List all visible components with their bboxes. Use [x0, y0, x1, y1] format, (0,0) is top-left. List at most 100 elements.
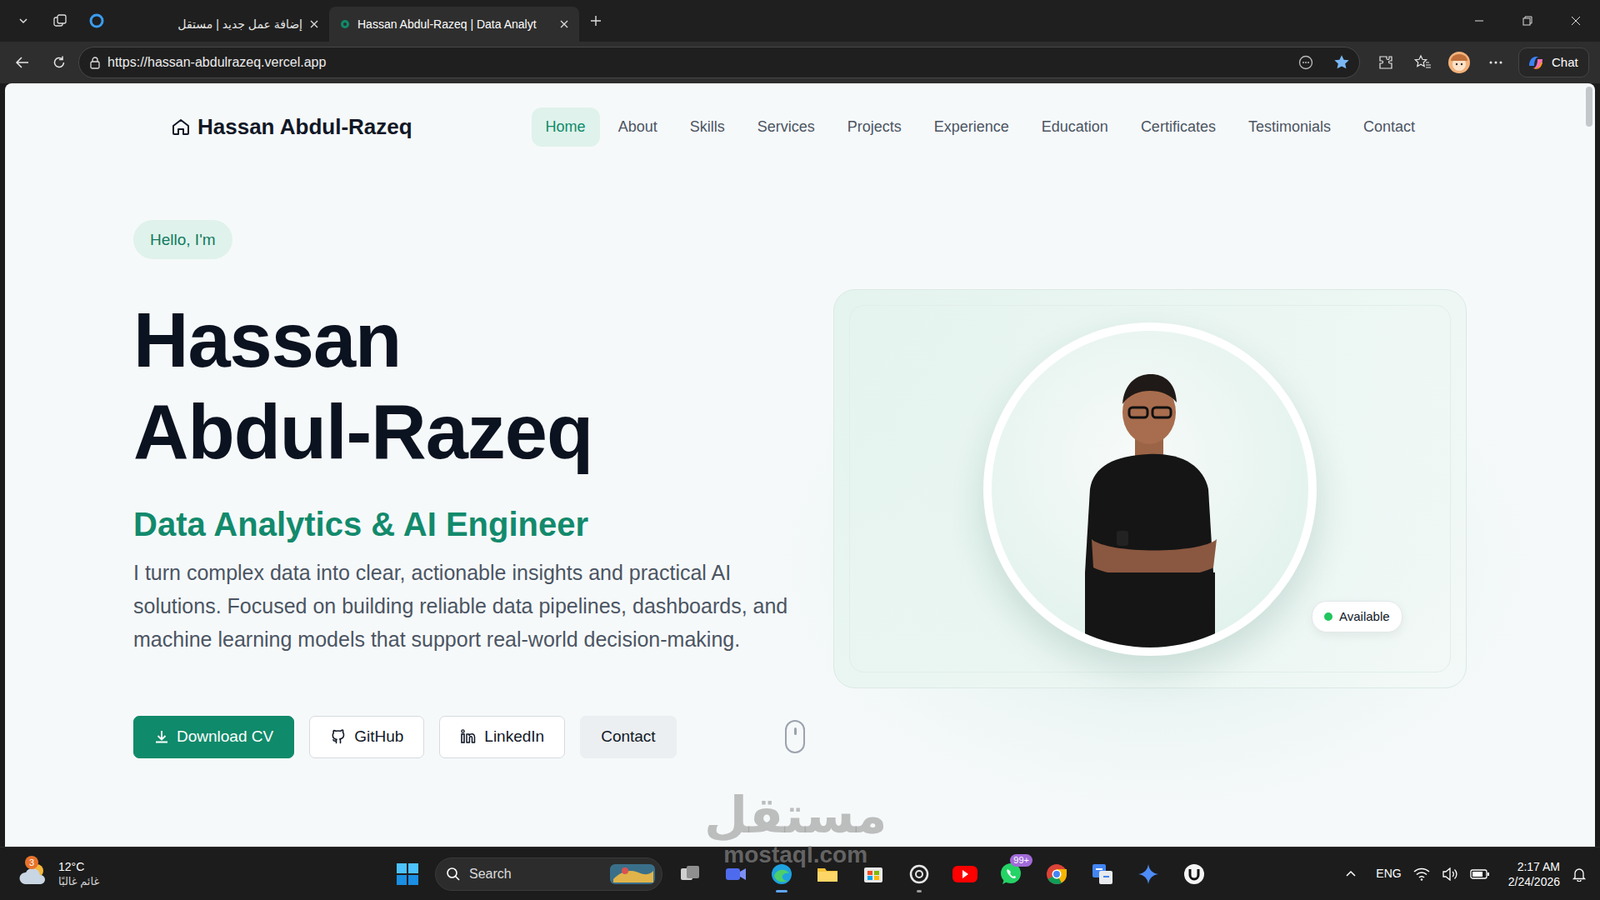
close-window-icon[interactable] [1551, 0, 1600, 42]
app-glyph-icon [1044, 861, 1070, 887]
web-page: Hassan Abdul-Razeq HomeAboutSkillsServic… [5, 83, 1595, 847]
tab-label[interactable]: إضافة عمل جديد | مستقل [125, 15, 303, 34]
workspaces-icon[interactable] [41, 0, 79, 42]
name-line: Abdul-Razeq [133, 385, 817, 478]
scrollbar-thumb[interactable] [1585, 86, 1593, 127]
close-tab-icon[interactable] [559, 19, 570, 30]
clock-time[interactable]: 2:17 AM [1508, 859, 1560, 875]
store-icon[interactable] [855, 855, 892, 893]
clock-date[interactable]: 2/24/2026 [1508, 874, 1560, 890]
site-brand[interactable]: Hassan Abdul-Razeq [170, 110, 413, 144]
chrome-icon[interactable] [1038, 855, 1075, 893]
button-label[interactable]: Download CV [176, 725, 274, 750]
lock-icon [89, 55, 101, 70]
battery-icon[interactable] [1470, 867, 1490, 881]
tab-strip: إضافة عمل جديد | مستقل Hassan Abdul-Razeq… [0, 0, 1600, 42]
site-navbar: Hassan Abdul-Razeq HomeAboutSkillsServic… [170, 83, 1430, 170]
clock[interactable]: 2:17 AM 2/24/2026 [1508, 859, 1560, 890]
chat-button[interactable]: Chat [1518, 47, 1590, 78]
close-tab-icon[interactable] [309, 19, 320, 30]
taskbar-search[interactable]: Search [435, 857, 663, 891]
reading-icon[interactable] [1297, 54, 1315, 71]
refresh-icon[interactable] [41, 45, 77, 80]
running-indicator [775, 890, 788, 893]
weather-widget[interactable]: 3 12°C غائم غالبًا [0, 857, 390, 891]
browser-toolbar: https://hassan-abdulrazeq.vercel.app Cha… [0, 41, 1600, 84]
start-icon[interactable] [389, 855, 426, 893]
hero-text: Hello, I'm HassanAbdul-Razeq Data Analyt… [133, 220, 817, 759]
search-icon [445, 866, 461, 882]
nav-item[interactable]: Experience [920, 107, 1024, 147]
volume-icon[interactable] [1441, 867, 1459, 881]
github-icon [330, 728, 347, 745]
nav-item[interactable]: Home [531, 107, 600, 147]
edge-icon[interactable] [763, 855, 800, 893]
restore-icon[interactable] [1503, 0, 1552, 42]
gemini-icon[interactable] [1130, 855, 1167, 893]
profile-avatar-icon[interactable] [1441, 45, 1477, 80]
copilot-icon [1525, 52, 1546, 73]
brand-name[interactable]: Hassan Abdul-Razeq [197, 110, 413, 144]
profile-photo [991, 330, 1309, 648]
status-dot [1324, 612, 1333, 621]
translate-icon[interactable] [1084, 855, 1121, 893]
button-label[interactable]: Contact [600, 725, 655, 750]
hero-button[interactable]: LinkedIn [439, 715, 565, 759]
linkedin-icon [460, 728, 477, 745]
nav-item[interactable]: About [604, 107, 672, 147]
language-indicator[interactable]: ENG [1375, 865, 1401, 883]
hero-button[interactable]: Download CV [133, 715, 295, 759]
meet-icon[interactable] [717, 855, 755, 893]
hero-button[interactable]: GitHub [309, 715, 425, 759]
app-glyph-icon [769, 861, 795, 887]
hero-intro: I turn complex data into clear, actionab… [133, 555, 809, 656]
task-view-icon[interactable] [671, 855, 709, 893]
nav-item[interactable]: Services [743, 107, 830, 147]
nav-item[interactable]: Contact [1349, 107, 1430, 147]
notification-bell-icon[interactable] [1571, 866, 1587, 882]
browser-tab[interactable]: إضافة عمل جديد | مستقل [115, 6, 330, 42]
greeting-pill: Hello, I'm [133, 220, 233, 260]
status-label: Available [1339, 607, 1390, 627]
scroll-mouse-icon[interactable] [785, 720, 805, 754]
address-bar[interactable]: https://hassan-abdulrazeq.vercel.app [78, 46, 1360, 79]
nav-item[interactable]: Projects [833, 107, 916, 147]
nav-item[interactable]: Skills [675, 107, 740, 147]
tab-label[interactable]: Hassan Abdul-Razeq | Data Analyt [357, 15, 553, 34]
wifi-icon[interactable] [1413, 867, 1430, 881]
search-label[interactable]: Search [469, 864, 512, 885]
favorites-icon[interactable] [1405, 45, 1440, 80]
tab-list: إضافة عمل جديد | مستقل Hassan Abdul-Razeq… [115, 0, 580, 42]
tab-actions-icon[interactable] [5, 0, 42, 42]
minimize-icon[interactable] [1455, 0, 1504, 42]
chatgpt-icon[interactable] [900, 855, 938, 893]
desktop-screen: إضافة عمل جديد | مستقل Hassan Abdul-Razeq… [0, 0, 1600, 900]
site-favicon-icon [339, 18, 351, 30]
app-glyph-icon [723, 861, 749, 887]
back-icon[interactable] [5, 45, 40, 80]
extensions-icon[interactable] [1368, 45, 1404, 80]
youtube-icon[interactable] [946, 855, 984, 893]
browser-tab[interactable]: Hassan Abdul-Razeq | Data Analyt [329, 6, 580, 42]
nav-item[interactable]: Certificates [1126, 107, 1230, 147]
app-badge: 99+ [1010, 854, 1033, 867]
button-label[interactable]: GitHub [354, 725, 404, 750]
home-icon [170, 116, 191, 137]
watermark: مستقل mostaql.com [704, 790, 887, 867]
upwork-icon[interactable] [1175, 855, 1213, 893]
button-label[interactable]: LinkedIn [484, 725, 545, 750]
more-menu-icon[interactable] [1478, 45, 1514, 80]
status-badge: Available [1311, 600, 1403, 634]
chat-label[interactable]: Chat [1551, 53, 1579, 73]
chevron-up-icon[interactable] [1344, 867, 1358, 881]
profile-ring-icon[interactable] [78, 0, 115, 42]
file-explorer-icon[interactable] [809, 855, 846, 893]
favorite-star-icon[interactable] [1332, 53, 1351, 72]
name-line: Hassan [133, 294, 817, 386]
address-text[interactable]: https://hassan-abdulrazeq.vercel.app [107, 52, 1291, 73]
nav-item[interactable]: Education [1027, 107, 1123, 147]
hero-button[interactable]: Contact [580, 715, 676, 759]
whatsapp-icon[interactable]: 99+ [992, 855, 1030, 893]
nav-item[interactable]: Testimonials [1234, 107, 1345, 147]
new-tab-icon[interactable] [579, 0, 613, 42]
